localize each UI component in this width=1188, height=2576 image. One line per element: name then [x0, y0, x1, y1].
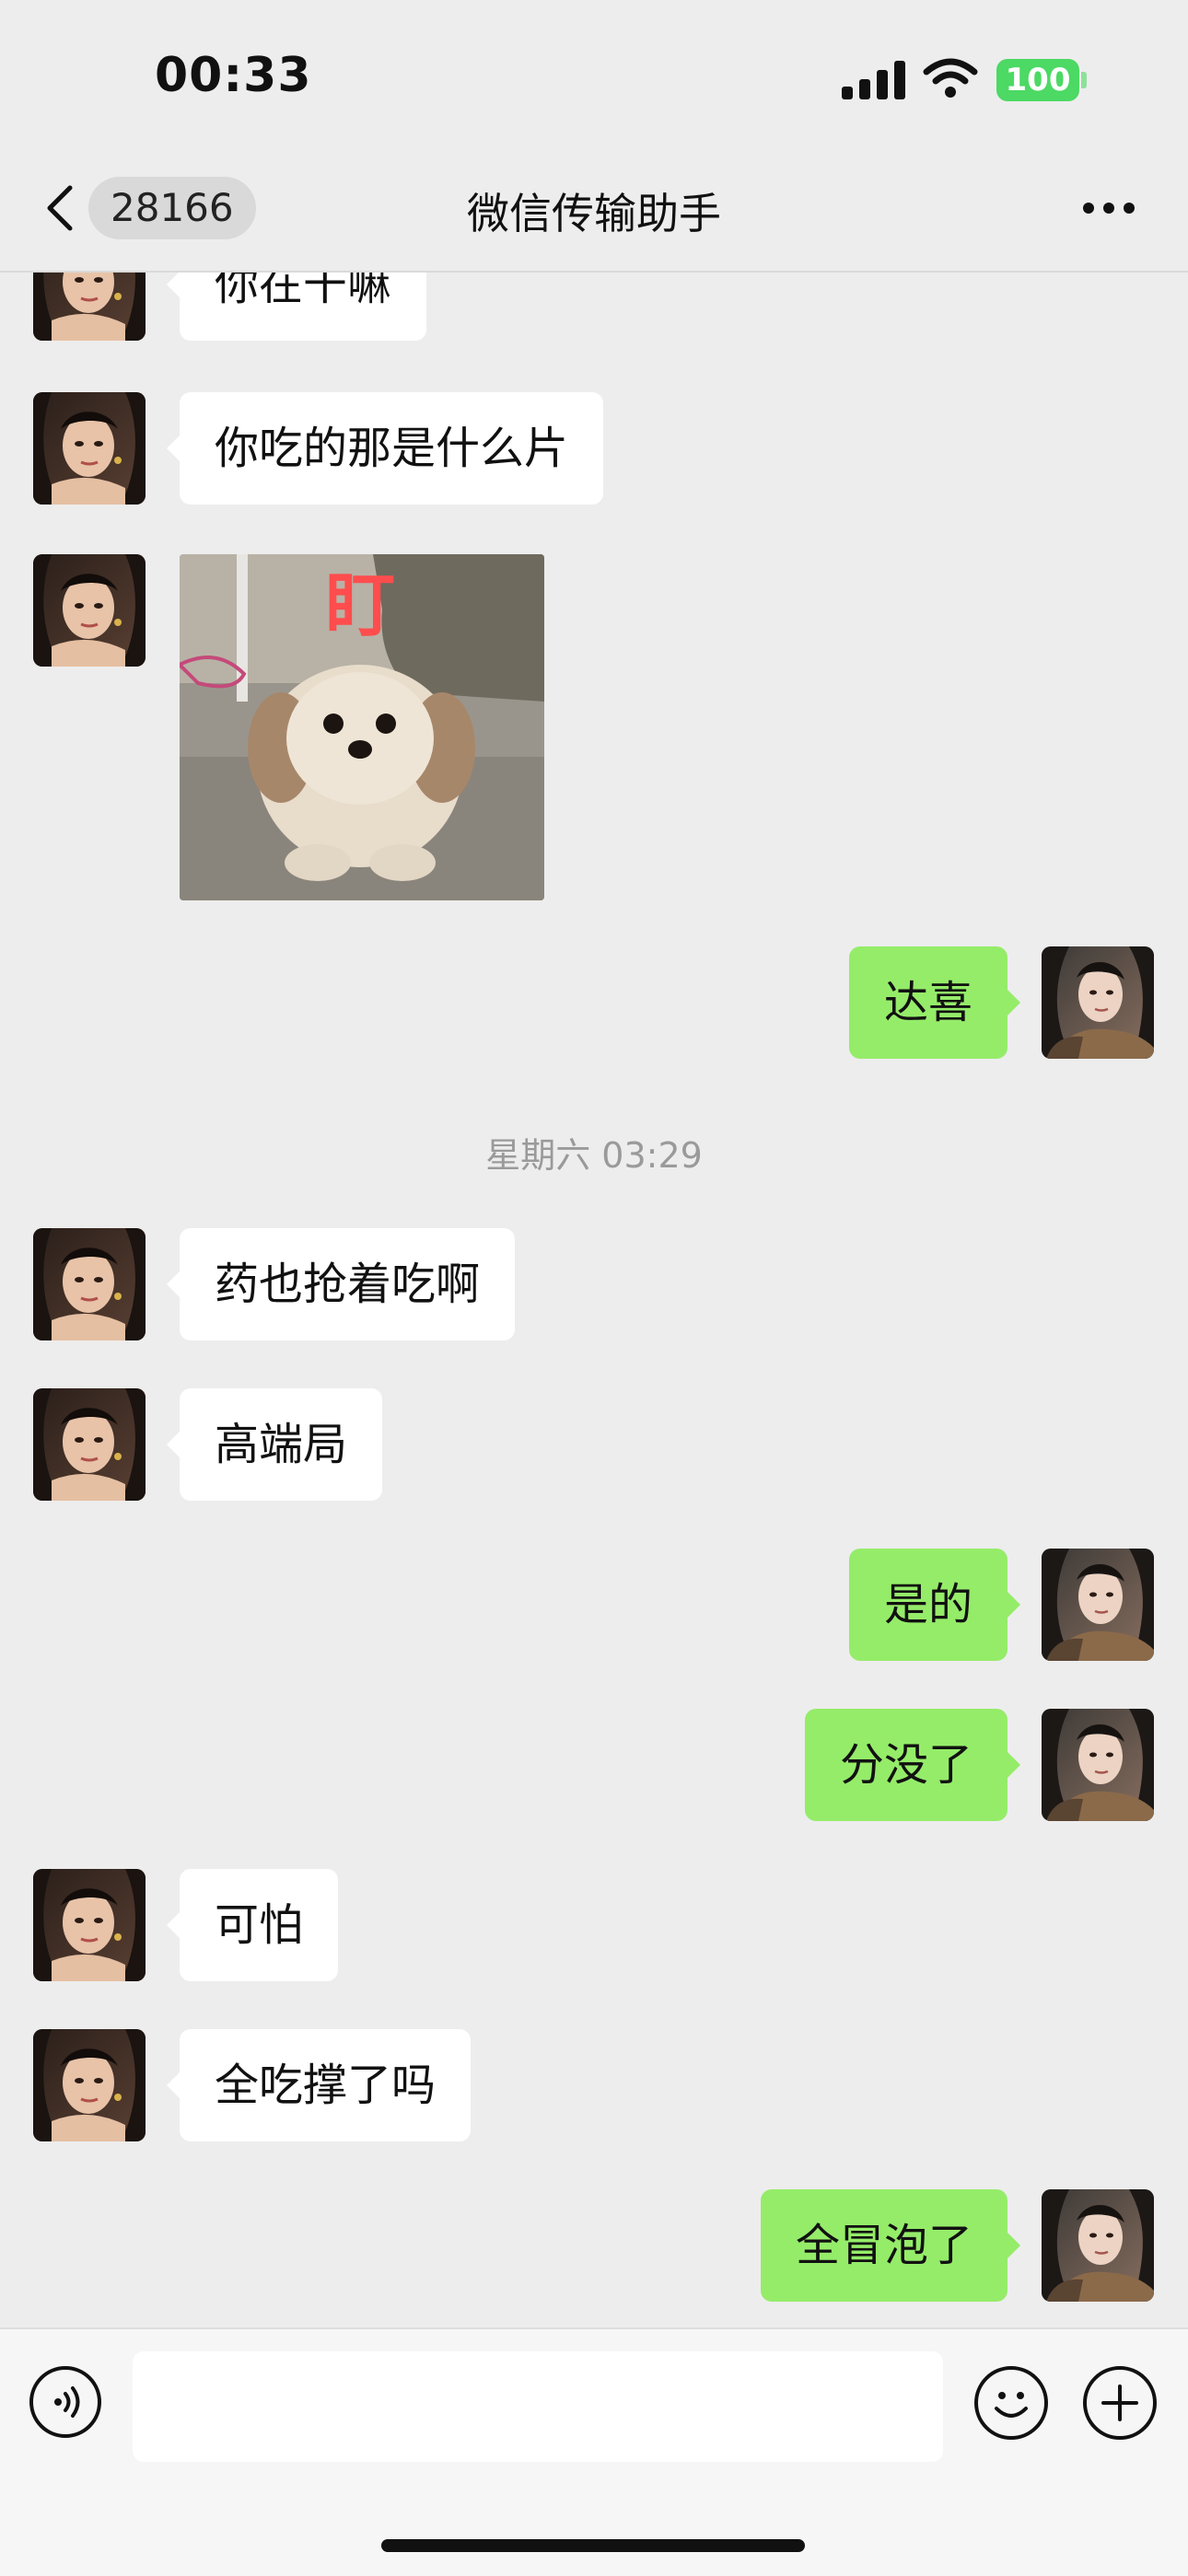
message-list[interactable]: 你在干嘛 你吃的那是什么片 盯 达喜 星期六 03:29 药也抢着吃啊 高端局 … — [0, 273, 1188, 2327]
status-time: 00:33 — [155, 48, 312, 103]
contact-avatar[interactable] — [33, 1869, 146, 1981]
battery-tip — [1081, 72, 1087, 88]
photo-caption: 盯 — [325, 564, 395, 646]
received-message-bubble[interactable]: 你在干嘛 — [166, 273, 427, 341]
image-message[interactable]: 盯 — [180, 554, 544, 900]
more-dots-icon[interactable] — [1083, 203, 1138, 217]
cellular-signal-icon — [842, 61, 906, 99]
contact-avatar[interactable] — [33, 1228, 146, 1340]
received-message-bubble[interactable]: 全吃撑了吗 — [166, 2029, 472, 2141]
received-message-bubble[interactable]: 可怕 — [166, 1869, 339, 1981]
received-message-bubble[interactable]: 高端局 — [166, 1388, 383, 1501]
dog-photo: 盯 — [180, 554, 544, 900]
contact-avatar[interactable] — [33, 2029, 146, 2141]
received-message-bubble[interactable]: 药也抢着吃啊 — [166, 1228, 516, 1340]
contact-avatar[interactable] — [33, 554, 146, 667]
sent-message-bubble[interactable]: 分没了 — [804, 1709, 1021, 1821]
chat-header: 28166 微信传输助手 — [0, 157, 1188, 273]
plus-icon[interactable] — [1083, 2366, 1157, 2440]
received-message-bubble[interactable]: 你吃的那是什么片 — [166, 392, 604, 505]
contact-avatar[interactable] — [33, 273, 146, 341]
status-bar: 00:33 100 — [0, 0, 1188, 157]
my-avatar[interactable] — [1042, 1709, 1154, 1821]
sent-message-bubble[interactable]: 全冒泡了 — [760, 2189, 1021, 2302]
emoji-icon[interactable] — [974, 2366, 1048, 2440]
battery-icon: 100 — [996, 59, 1079, 101]
my-avatar[interactable] — [1042, 1549, 1154, 1661]
home-indicator — [381, 2539, 805, 2552]
sent-message-bubble[interactable]: 是的 — [848, 1549, 1021, 1661]
contact-avatar[interactable] — [33, 392, 146, 505]
chat-title: 微信传输助手 — [467, 189, 721, 238]
my-avatar[interactable] — [1042, 2189, 1154, 2302]
contact-avatar[interactable] — [33, 1388, 146, 1501]
wifi-icon — [923, 58, 978, 98]
message-input[interactable] — [133, 2351, 943, 2462]
sent-message-bubble[interactable]: 达喜 — [848, 946, 1021, 1059]
my-avatar[interactable] — [1042, 946, 1154, 1059]
voice-input-icon[interactable] — [29, 2366, 101, 2438]
chat-timestamp: 星期六 03:29 — [485, 1135, 703, 1176]
